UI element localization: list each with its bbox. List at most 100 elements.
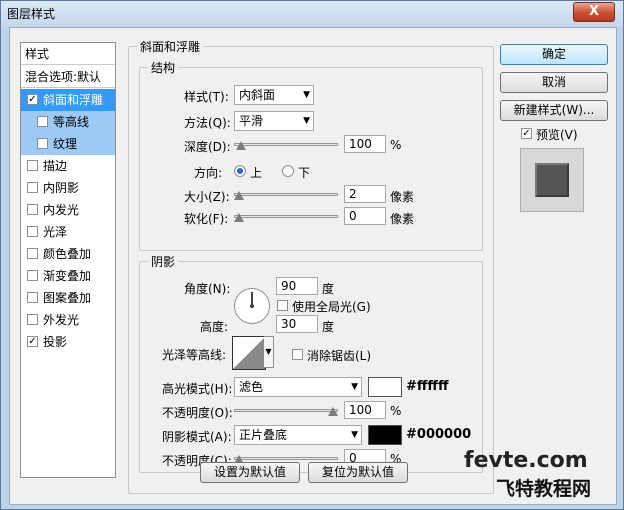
- style-item-checkbox[interactable]: [27, 314, 38, 325]
- bevel-section-title: 斜面和浮雕: [137, 38, 204, 55]
- size-slider[interactable]: [234, 189, 338, 201]
- layer-style-dialog: 图层样式 X 样式 混合选项:默认 ✓ 斜面和浮雕 等高线 纹理 描边 内阴影 内发光 光泽颜…: [0, 0, 624, 510]
- style-item-checkbox[interactable]: ✓: [27, 336, 38, 347]
- technique-value: 平滑: [239, 114, 264, 128]
- style-item-1[interactable]: ✓ 斜面和浮雕: [21, 89, 115, 111]
- preview-checkbox[interactable]: ✓: [521, 128, 532, 139]
- global-light-checkbox[interactable]: [277, 300, 288, 311]
- gloss-contour-preview[interactable]: [232, 336, 266, 370]
- style-item-checkbox[interactable]: [27, 270, 38, 281]
- style-item-checkbox[interactable]: [27, 248, 38, 259]
- ok-button[interactable]: 确定: [500, 44, 608, 65]
- style-item-11[interactable]: 外发光: [21, 309, 115, 331]
- style-item-5[interactable]: 内阴影: [21, 177, 115, 199]
- shadow-mode-select[interactable]: 正片叠底 ▼: [234, 425, 362, 445]
- altitude-input[interactable]: 30: [276, 315, 318, 333]
- shadow-hex-label: #000000: [406, 427, 472, 442]
- direction-down-radio[interactable]: [282, 165, 294, 177]
- soften-input[interactable]: 0: [344, 207, 386, 225]
- style-item-label: 纹理: [53, 137, 78, 151]
- style-item-checkbox[interactable]: ✓: [27, 94, 38, 105]
- new-style-button[interactable]: 新建样式(W)...: [500, 100, 608, 121]
- chevron-down-icon: ▼: [351, 430, 358, 440]
- style-item-label: 外发光: [43, 313, 80, 327]
- technique-label: 方法(Q):: [184, 116, 231, 130]
- technique-select[interactable]: 平滑 ▼: [234, 111, 314, 131]
- style-item-label: 投影: [43, 335, 68, 349]
- style-item-9[interactable]: 渐变叠加: [21, 265, 115, 287]
- highlight-mode-select[interactable]: 滤色 ▼: [234, 377, 362, 397]
- cancel-button[interactable]: 取消: [500, 72, 608, 93]
- antialias-checkbox[interactable]: [292, 349, 303, 360]
- highlight-opacity-unit: %: [390, 404, 402, 418]
- style-item-checkbox[interactable]: [27, 160, 38, 171]
- highlight-opacity-slider[interactable]: [234, 405, 338, 417]
- make-default-button[interactable]: 设置为默认值: [200, 462, 300, 483]
- reset-default-button[interactable]: 复位为默认值: [308, 462, 408, 483]
- angle-dial[interactable]: [234, 288, 270, 324]
- style-item-7[interactable]: 光泽: [21, 221, 115, 243]
- style-item-2[interactable]: 等高线: [21, 111, 115, 133]
- size-input[interactable]: 2: [344, 185, 386, 203]
- chevron-down-icon: ▼: [303, 90, 310, 100]
- highlight-color-swatch[interactable]: [368, 377, 402, 397]
- style-item-checkbox[interactable]: [27, 226, 38, 237]
- shadow-mode-value: 正片叠底: [239, 428, 288, 442]
- style-item-checkbox[interactable]: [27, 182, 38, 193]
- contour-dropdown-arrow[interactable]: ▼: [264, 336, 274, 368]
- soften-label: 软化(F):: [184, 212, 229, 226]
- close-button[interactable]: X: [573, 2, 615, 22]
- depth-unit: %: [390, 138, 402, 152]
- direction-down-label: 下: [298, 166, 311, 180]
- global-light-label: 使用全局光(G): [292, 300, 371, 314]
- direction-label: 方向:: [194, 166, 223, 180]
- depth-input[interactable]: 100: [344, 135, 386, 153]
- soften-slider[interactable]: [234, 211, 338, 223]
- angle-input[interactable]: 90: [276, 277, 318, 295]
- bevel-emboss-panel: 斜面和浮雕 结构 样式(T): 内斜面 ▼ 方法(Q): 平滑 ▼ 深度(D): 1…: [128, 38, 494, 494]
- soften-slider-thumb[interactable]: [234, 213, 244, 222]
- style-label: 样式(T):: [184, 90, 229, 104]
- style-preview-swatch: [535, 163, 569, 197]
- chevron-down-icon: ▼: [303, 116, 310, 126]
- bevel-style-value: 内斜面: [239, 88, 276, 102]
- style-item-label: 描边: [43, 159, 68, 173]
- angle-unit: 度: [322, 282, 335, 296]
- style-list-header[interactable]: 样式: [21, 43, 115, 65]
- style-item-6[interactable]: 内发光: [21, 199, 115, 221]
- contour-linear-icon: [233, 337, 265, 369]
- size-unit: 像素: [390, 190, 415, 204]
- style-item-12[interactable]: ✓ 投影: [21, 331, 115, 353]
- title-bar[interactable]: 图层样式 X: [1, 1, 623, 27]
- depth-label: 深度(D):: [184, 140, 231, 154]
- size-slider-thumb[interactable]: [234, 191, 244, 200]
- style-item-checkbox[interactable]: [37, 138, 48, 149]
- preview-label: 预览(V): [536, 128, 578, 142]
- blend-options-item[interactable]: 混合选项:默认: [21, 66, 115, 88]
- style-item-3[interactable]: 纹理: [21, 133, 115, 155]
- depth-slider[interactable]: [234, 139, 338, 151]
- style-item-checkbox[interactable]: [37, 116, 48, 127]
- direction-up-radio[interactable]: [234, 165, 246, 177]
- watermark-site-name: 飞特教程网: [496, 478, 592, 500]
- bevel-style-select[interactable]: 内斜面 ▼: [234, 85, 314, 105]
- style-item-8[interactable]: 颜色叠加: [21, 243, 115, 265]
- style-item-checkbox[interactable]: [27, 204, 38, 215]
- style-item-checkbox[interactable]: [27, 292, 38, 303]
- style-item-label: 内阴影: [43, 181, 80, 195]
- style-item-label: 颜色叠加: [43, 247, 92, 261]
- depth-slider-thumb[interactable]: [235, 141, 246, 150]
- shading-title: 阴影: [148, 253, 179, 270]
- style-item-label: 等高线: [53, 115, 90, 129]
- watermark-domain: fevte.com: [464, 448, 588, 473]
- highlight-opacity-input[interactable]: 100: [344, 401, 386, 419]
- shadow-color-swatch[interactable]: [368, 425, 402, 445]
- highlight-opacity-thumb[interactable]: [328, 407, 338, 416]
- size-label: 大小(Z):: [184, 190, 230, 204]
- angle-label: 角度(N):: [184, 282, 231, 296]
- style-item-4[interactable]: 描边: [21, 155, 115, 177]
- blend-options-label: 混合选项:默认: [25, 70, 102, 84]
- style-item-10[interactable]: 图案叠加: [21, 287, 115, 309]
- altitude-unit: 度: [322, 320, 335, 334]
- angle-dial-center: [250, 304, 254, 308]
